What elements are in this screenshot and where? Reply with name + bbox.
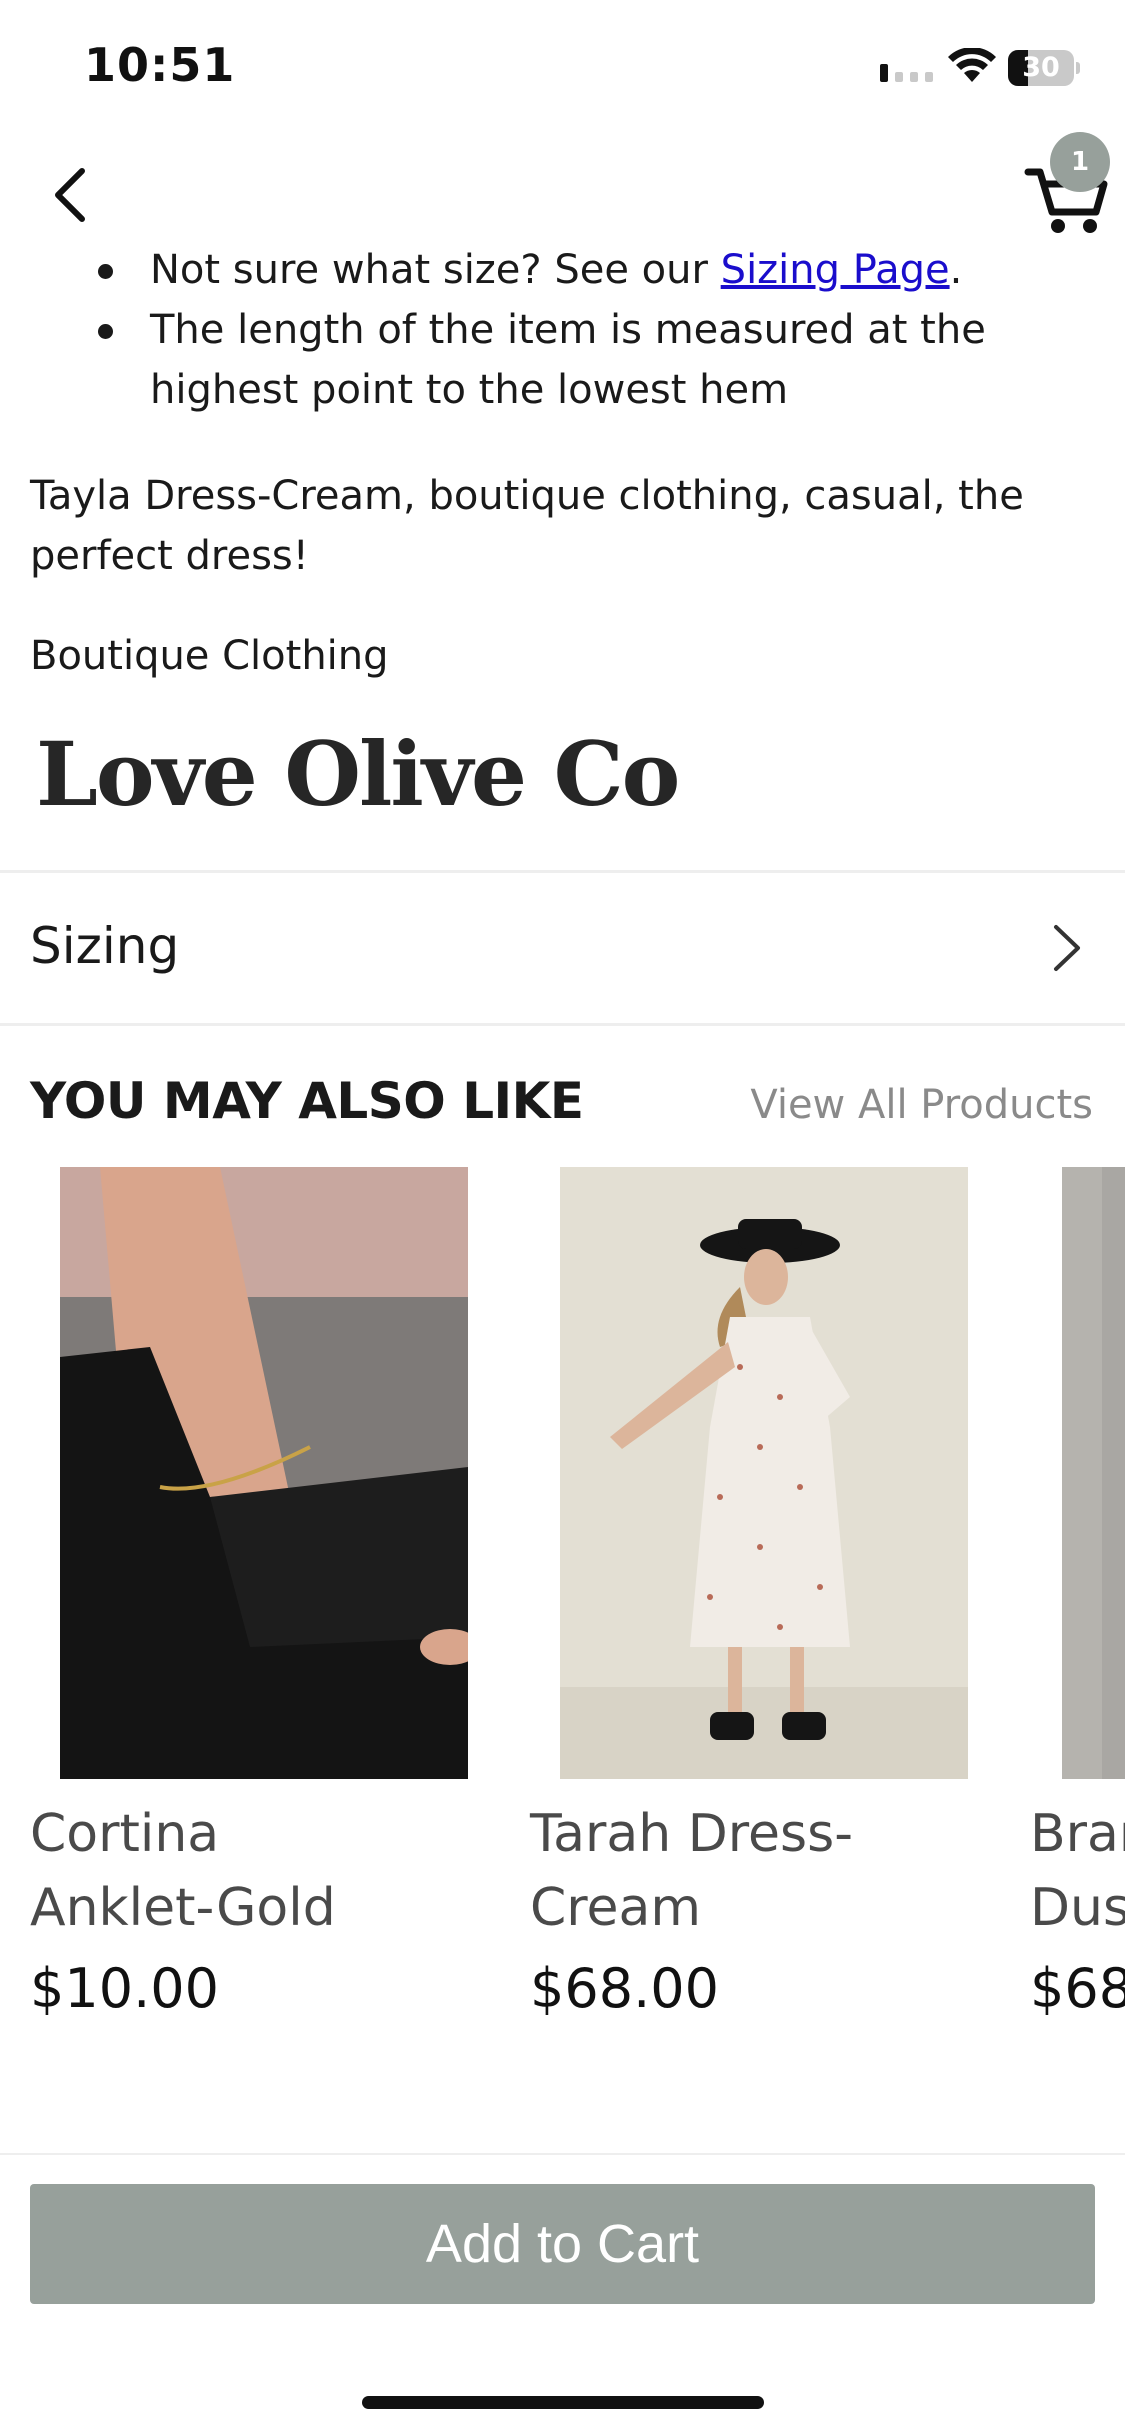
battery-icon: 30 bbox=[1008, 50, 1080, 86]
product-carousel[interactable]: Cortina Anklet-Gold $10.00 Tarah Dress-C… bbox=[0, 1167, 1125, 2067]
product-price: $68.00 bbox=[530, 1957, 719, 2020]
sizing-row[interactable]: Sizing bbox=[0, 873, 1125, 1023]
section-title: YOU MAY ALSO LIKE bbox=[30, 1072, 584, 1130]
sizing-page-link[interactable]: Sizing Page bbox=[721, 247, 950, 293]
status-time: 10:51 bbox=[84, 38, 236, 92]
battery-level-text: 30 bbox=[1022, 52, 1060, 83]
divider bbox=[0, 1023, 1125, 1026]
chevron-left-icon bbox=[55, 168, 85, 222]
status-bar: 10:51 30 bbox=[0, 0, 1125, 140]
product-name[interactable]: Bran Dust bbox=[1030, 1797, 1125, 1945]
brand-logo: Love Olive Co bbox=[36, 722, 680, 826]
signal-icon bbox=[880, 64, 933, 82]
product-name[interactable]: Tarah Dress-Cream bbox=[530, 1797, 860, 1945]
chevron-right-icon bbox=[1054, 925, 1080, 971]
product-price: $68 bbox=[1030, 1957, 1125, 2020]
home-indicator bbox=[362, 2396, 764, 2409]
brand-line: Boutique Clothing bbox=[30, 633, 389, 679]
sizing-label: Sizing bbox=[30, 917, 180, 975]
view-all-products-link[interactable]: View All Products bbox=[750, 1082, 1093, 1128]
product-description: Tayla Dress-Cream, boutique clothing, ca… bbox=[30, 473, 1024, 579]
add-to-cart-button[interactable]: Add to Cart bbox=[30, 2184, 1095, 2304]
divider bbox=[0, 2153, 1125, 2155]
wifi-icon bbox=[948, 48, 996, 82]
bullet-length: The length of the item is measured at th… bbox=[98, 300, 1125, 420]
description-bullets: Not sure what size? See our Sizing Page.… bbox=[0, 240, 1125, 420]
back-button[interactable] bbox=[40, 160, 100, 230]
product-price: $10.00 bbox=[30, 1957, 219, 2020]
product-image[interactable] bbox=[560, 1167, 968, 1779]
product-name[interactable]: Cortina Anklet-Gold bbox=[30, 1797, 360, 1945]
bullet-sizing: Not sure what size? See our Sizing Page. bbox=[98, 240, 1125, 300]
product-image[interactable] bbox=[1062, 1167, 1125, 1779]
cart-count-badge: 1 bbox=[1050, 132, 1110, 192]
product-image[interactable] bbox=[60, 1167, 468, 1779]
